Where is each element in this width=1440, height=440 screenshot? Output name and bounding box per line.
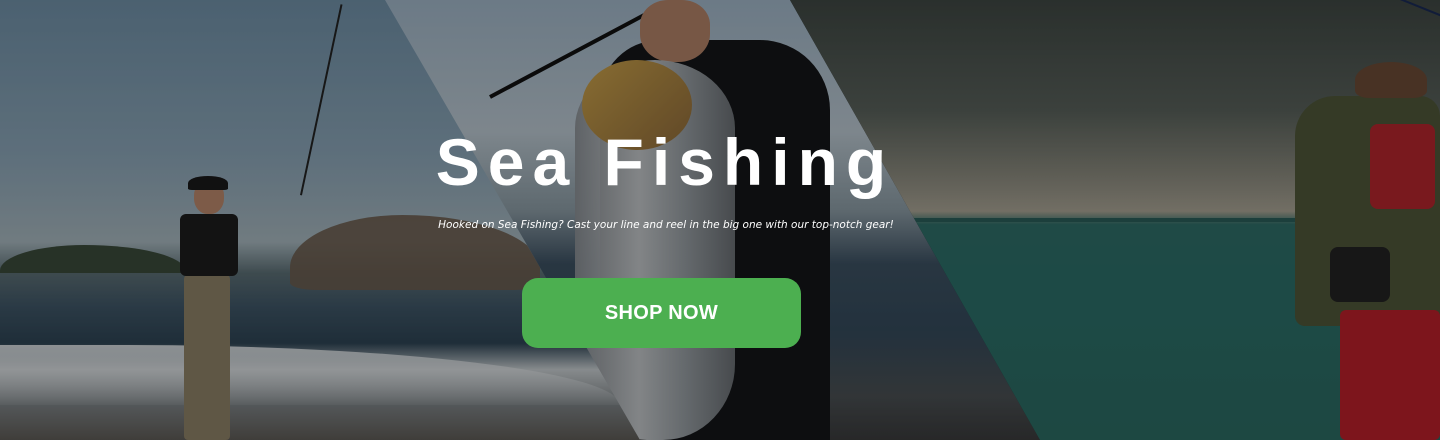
shop-now-button[interactable]: SHOP NOW — [522, 278, 801, 348]
hero-title: Sea Fishing — [435, 125, 895, 199]
hero-content: Sea Fishing Hooked on Sea Fishing? Cast … — [0, 0, 1440, 440]
hero-banner: Sea Fishing Hooked on Sea Fishing? Cast … — [0, 0, 1440, 440]
hero-subtitle: Hooked on Sea Fishing? Cast your line an… — [438, 219, 894, 231]
